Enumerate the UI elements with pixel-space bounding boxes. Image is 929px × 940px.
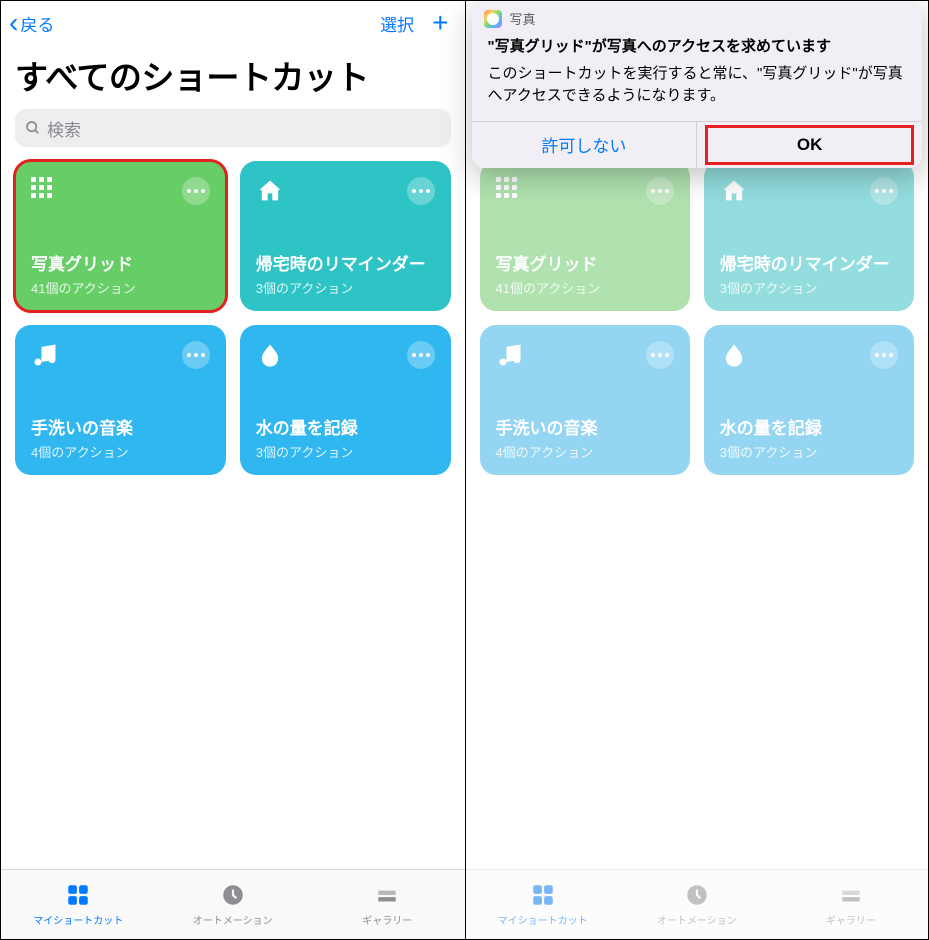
photos-app-icon	[484, 10, 502, 28]
alert-deny-button[interactable]: 許可しない	[472, 122, 697, 168]
tab-my-shortcuts[interactable]: マイショートカット	[1, 870, 156, 939]
tab-label: オートメーション	[193, 912, 273, 927]
back-button[interactable]: ‹ 戻る	[9, 9, 54, 37]
shortcut-sub: 3個のアクション	[256, 442, 435, 461]
shortcut-sub: 41個のアクション	[31, 278, 210, 297]
water-drop-icon	[256, 341, 284, 369]
shortcut-card-music[interactable]: 手洗いの音楽 4個のアクション	[15, 325, 226, 475]
more-icon[interactable]	[407, 341, 435, 369]
search-input[interactable]: 検索	[15, 109, 451, 147]
shortcut-name: 手洗いの音楽	[31, 418, 210, 440]
tab-gallery[interactable]: ギャラリー	[310, 870, 465, 939]
shortcut-name: 帰宅時のリマインダー	[256, 254, 435, 276]
gallery-icon	[374, 882, 400, 908]
tab-label: マイショートカット	[33, 912, 123, 927]
shortcuts-icon	[65, 882, 91, 908]
alert-title: "写真グリッド"が写真へのアクセスを求めています	[488, 36, 907, 57]
search-icon	[25, 120, 41, 136]
shortcut-sub: 3個のアクション	[256, 278, 435, 297]
tab-label: ギャラリー	[362, 912, 412, 927]
page-title: すべてのショートカット	[1, 45, 465, 109]
shortcut-card-water[interactable]: 水の量を記録 3個のアクション	[240, 325, 451, 475]
tab-bar: マイショートカット オートメーション ギャラリー	[1, 869, 465, 939]
back-label: 戻る	[20, 11, 54, 36]
add-button[interactable]: +	[432, 9, 448, 37]
chevron-left-icon: ‹	[9, 9, 18, 37]
alert-app-name: 写真	[510, 9, 536, 28]
more-icon[interactable]	[182, 177, 210, 205]
automation-icon	[220, 882, 246, 908]
select-button[interactable]: 選択	[380, 11, 414, 36]
alert-ok-button[interactable]: OK	[696, 122, 922, 168]
music-icon	[31, 341, 59, 369]
shortcut-sub: 4個のアクション	[31, 442, 210, 461]
search-placeholder: 検索	[47, 116, 81, 141]
grid-icon	[31, 177, 59, 205]
tab-automation[interactable]: オートメーション	[156, 870, 311, 939]
more-icon[interactable]	[407, 177, 435, 205]
permission-alert: 写真 "写真グリッド"が写真へのアクセスを求めています このショートカットを実行…	[472, 1, 923, 168]
alert-message: このショートカットを実行すると常に、"写真グリッド"が写真へアクセスできるように…	[488, 63, 907, 107]
home-icon	[256, 177, 284, 205]
shortcut-card-reminder[interactable]: 帰宅時のリマインダー 3個のアクション	[240, 161, 451, 311]
shortcut-name: 水の量を記録	[256, 418, 435, 440]
shortcut-name: 写真グリッド	[31, 254, 210, 276]
nav-bar: ‹ 戻る 選択 +	[1, 1, 465, 45]
shortcut-card-photo-grid[interactable]: 写真グリッド 41個のアクション	[15, 161, 226, 311]
more-icon[interactable]	[182, 341, 210, 369]
